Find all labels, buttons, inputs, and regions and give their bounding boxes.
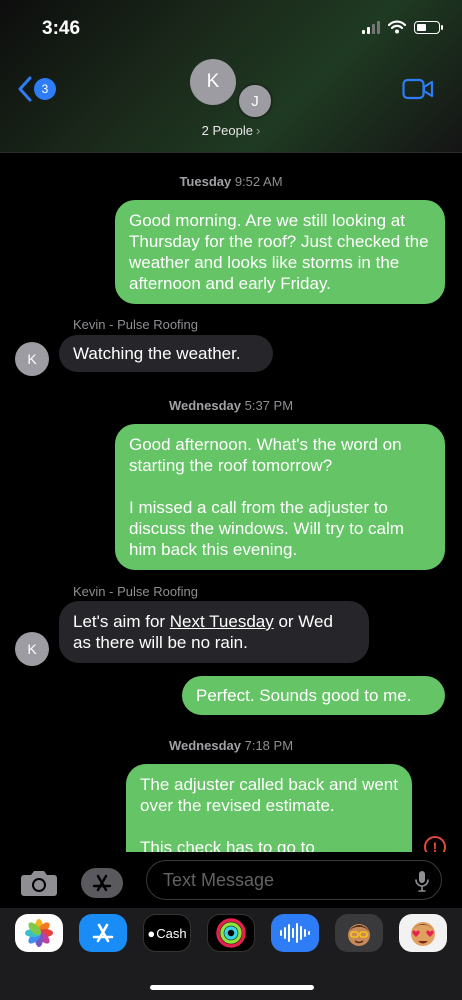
apple-cash-icon: ● bbox=[147, 925, 156, 941]
video-call-icon[interactable] bbox=[402, 78, 434, 100]
timestamp: Wednesday 5:37 PM bbox=[168, 398, 294, 413]
message-composer bbox=[0, 852, 462, 910]
status-icons bbox=[362, 20, 443, 34]
wifi-icon bbox=[388, 20, 406, 34]
memoji-stickers-button[interactable] bbox=[399, 914, 447, 952]
battery-icon bbox=[414, 20, 443, 34]
date-link[interactable]: Next Tuesday bbox=[170, 612, 274, 631]
timestamp: Wednesday 7:18 PM bbox=[168, 738, 294, 753]
incoming-message[interactable]: Watching the weather. bbox=[59, 335, 273, 372]
apple-cash-button[interactable]: ● Cash bbox=[143, 914, 191, 952]
incoming-message[interactable]: Let's aim for Next Tuesday or Wed as the… bbox=[59, 601, 369, 663]
conversation-header: 3:46 3 K J 2 People › bbox=[0, 0, 462, 153]
people-count-label: 2 People bbox=[201, 123, 253, 138]
outgoing-message[interactable]: Good morning. Are we still looking at Th… bbox=[115, 200, 445, 304]
avatar[interactable]: K bbox=[15, 632, 49, 666]
camera-icon[interactable] bbox=[20, 869, 58, 897]
conversation-details-link[interactable]: 2 People › bbox=[0, 123, 462, 138]
chevron-left-icon bbox=[18, 76, 32, 102]
memoji-icon bbox=[348, 924, 370, 946]
outgoing-message[interactable]: Good afternoon. What's the word on start… bbox=[115, 424, 445, 570]
audio-message-button[interactable] bbox=[271, 914, 319, 952]
app-store-icon bbox=[92, 874, 112, 892]
outgoing-message[interactable]: Perfect. Sounds good to me. bbox=[182, 676, 445, 715]
chevron-right-icon: › bbox=[255, 123, 261, 138]
back-button[interactable]: 3 bbox=[18, 76, 56, 102]
app-store-drawer-button[interactable] bbox=[81, 868, 123, 898]
sender-name: Kevin - Pulse Roofing bbox=[73, 584, 199, 599]
activity-icon bbox=[216, 918, 246, 948]
microphone-icon[interactable] bbox=[415, 870, 429, 892]
app-store-icon bbox=[92, 923, 114, 943]
app-store-button[interactable] bbox=[79, 914, 127, 952]
unread-count-badge: 3 bbox=[34, 78, 56, 100]
message-input-field[interactable] bbox=[146, 860, 442, 900]
activity-button[interactable] bbox=[207, 914, 255, 952]
text-message-input[interactable] bbox=[161, 869, 405, 892]
memoji-hearts-icon bbox=[411, 922, 435, 946]
audio-message-icon bbox=[280, 923, 310, 943]
status-time: 3:46 bbox=[42, 18, 81, 39]
memoji-button[interactable] bbox=[335, 914, 383, 952]
avatar[interactable]: K bbox=[190, 59, 236, 105]
timestamp: Tuesday 9:52 AM bbox=[179, 174, 283, 189]
sender-name: Kevin - Pulse Roofing bbox=[73, 317, 199, 332]
avatar[interactable]: J bbox=[237, 83, 273, 119]
cellular-signal-icon bbox=[362, 20, 380, 34]
home-indicator[interactable] bbox=[150, 985, 314, 990]
photos-app-button[interactable] bbox=[15, 914, 63, 952]
apple-cash-label: Cash bbox=[156, 925, 187, 941]
avatar[interactable]: K bbox=[15, 342, 49, 376]
photos-icon bbox=[25, 919, 53, 947]
